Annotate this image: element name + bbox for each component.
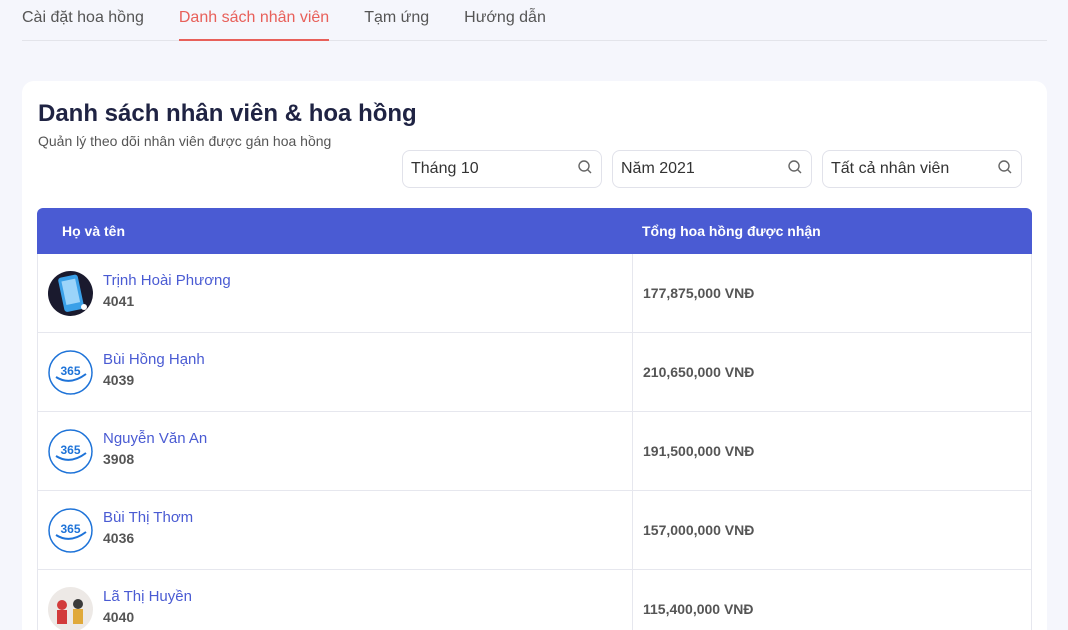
table-row: Trịnh Hoài Phương 4041 177,875,000 VNĐ (37, 254, 1032, 333)
table-row: Lã Thị Huyền 4040 115,400,000 VNĐ (37, 570, 1032, 630)
employee-commission-card: Danh sách nhân viên & hoa hồng Quản lý t… (22, 81, 1047, 630)
page-subtitle: Quản lý theo dõi nhân viên được gán hoa … (38, 133, 332, 149)
month-filter-value: Tháng 10 (411, 160, 479, 177)
commission-amount: 210,650,000 VNĐ (643, 364, 755, 380)
page-title: Danh sách nhân viên & hoa hồng (38, 100, 417, 127)
employee-id: 4036 (103, 529, 135, 546)
name-cell: Trịnh Hoài Phương 4041 (38, 254, 633, 332)
employee-id: 4039 (103, 371, 135, 388)
phone-photo-icon (48, 270, 93, 316)
name-cell: 365 Bùi Hồng Hạnh 4039 (38, 333, 633, 411)
table-header: Họ và tên Tổng hoa hồng được nhận (37, 208, 1032, 254)
365-logo-icon: 365 (48, 507, 93, 553)
table-row: 365 Nguyễn Văn An 3908 191,500,000 VNĐ (37, 412, 1032, 491)
svg-text:365: 365 (60, 443, 80, 457)
avatar (48, 586, 93, 630)
avatar: 365 (48, 349, 93, 395)
avatar (48, 270, 93, 316)
tab-employee-list[interactable]: Danh sách nhân viên (178, 0, 330, 41)
employee-name-link[interactable]: Bùi Hồng Hạnh (103, 351, 205, 368)
name-cell: 365 Nguyễn Văn An 3908 (38, 412, 633, 490)
table-row: 365 Bùi Thị Thơm 4036 157,000,000 VNĐ (37, 491, 1032, 570)
year-filter-value: Năm 2021 (621, 160, 695, 177)
employee-table: Họ và tên Tổng hoa hồng được nhận Trịnh … (37, 208, 1032, 630)
365-logo-icon: 365 (48, 428, 93, 474)
employee-name-link[interactable]: Trịnh Hoài Phương (103, 272, 231, 289)
commission-amount: 177,875,000 VNĐ (643, 285, 755, 301)
month-filter[interactable]: Tháng 10 (402, 150, 602, 188)
table-row: 365 Bùi Hồng Hạnh 4039 210,650,000 VNĐ (37, 333, 1032, 412)
employee-filter-value: Tất cả nhân viên (831, 160, 950, 177)
year-filter[interactable]: Năm 2021 (612, 150, 812, 188)
name-cell: 365 Bùi Thị Thơm 4036 (38, 491, 633, 569)
avatar: 365 (48, 428, 93, 474)
tab-advance[interactable]: Tạm ứng (364, 0, 429, 41)
search-icon (578, 160, 592, 174)
commission-amount: 115,400,000 VNĐ (643, 601, 754, 617)
employee-name-link[interactable]: Bùi Thị Thơm (103, 509, 193, 526)
svg-text:365: 365 (60, 522, 80, 536)
employee-filter[interactable]: Tất cả nhân viên (822, 150, 1022, 188)
tab-commission-settings[interactable]: Cài đặt hoa hồng (22, 0, 144, 41)
search-icon (998, 160, 1012, 174)
employee-id: 4040 (103, 608, 135, 625)
column-header-commission: Tổng hoa hồng được nhận (642, 223, 821, 239)
commission-amount: 157,000,000 VNĐ (643, 522, 755, 538)
search-icon (788, 160, 802, 174)
employee-name-link[interactable]: Nguyễn Văn An (103, 430, 207, 447)
svg-text:365: 365 (60, 364, 80, 378)
column-header-name: Họ và tên (62, 223, 126, 239)
tab-guide[interactable]: Hướng dẫn (464, 0, 546, 41)
commission-amount: 191,500,000 VNĐ (643, 443, 755, 459)
365-logo-icon: 365 (48, 349, 93, 395)
avatar: 365 (48, 507, 93, 553)
employee-id: 3908 (103, 450, 135, 467)
people-photo-icon (48, 586, 93, 630)
employee-id: 4041 (103, 292, 135, 309)
tab-bar: Cài đặt hoa hồng Danh sách nhân viên Tạm… (22, 0, 1047, 41)
name-cell: Lã Thị Huyền 4040 (38, 570, 633, 630)
employee-name-link[interactable]: Lã Thị Huyền (103, 588, 192, 605)
